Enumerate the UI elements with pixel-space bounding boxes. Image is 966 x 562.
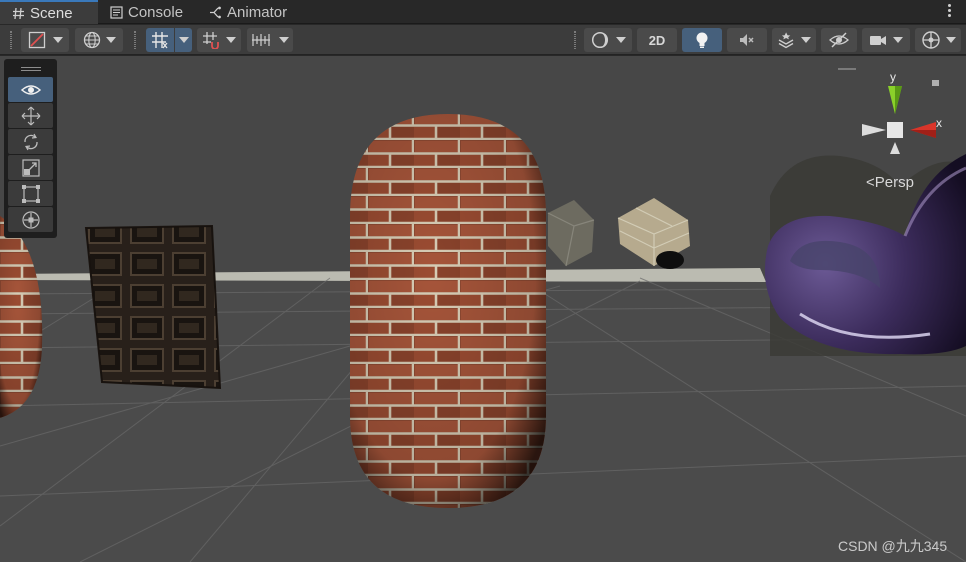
- increment-snap-dropdown[interactable]: [247, 28, 293, 52]
- tab-label: Scene: [30, 4, 73, 22]
- watermark-text: CSDN @九九345: [838, 538, 948, 554]
- rect-transform-icon: [21, 184, 40, 203]
- tab-animator[interactable]: Animator: [197, 0, 301, 24]
- shaded-sphere-icon: [591, 31, 608, 49]
- projection-toggle[interactable]: <Persp: [866, 174, 914, 191]
- gizmo-sphere-icon: [921, 31, 940, 49]
- transform-all-icon: [21, 210, 40, 229]
- audio-toggle[interactable]: [727, 28, 767, 52]
- grid-visibility-toggle[interactable]: [146, 28, 174, 52]
- scale-tool-button[interactable]: [8, 155, 53, 180]
- more-options-icon[interactable]: [948, 4, 952, 20]
- effects-layers-icon: [778, 32, 794, 49]
- tab-console[interactable]: Console: [98, 0, 197, 24]
- draw-mode-icon: [28, 31, 45, 49]
- move-tool-button[interactable]: [8, 103, 53, 128]
- console-icon: [110, 5, 123, 19]
- 2d-toggle-button[interactable]: 2D: [637, 28, 677, 52]
- chevron-down-icon: [52, 37, 63, 43]
- global-view-dropdown[interactable]: [75, 28, 123, 52]
- chevron-down-icon: [615, 37, 626, 43]
- rotate-icon: [23, 133, 38, 150]
- snap-dropdown[interactable]: [197, 28, 241, 52]
- chevron-down-icon: [893, 37, 903, 43]
- tab-label: Console: [128, 3, 184, 21]
- toolbar-grip[interactable]: [574, 31, 576, 49]
- chevron-down-icon: [226, 37, 236, 43]
- camera-icon: [870, 36, 886, 45]
- draw-mode-dropdown[interactable]: [21, 28, 69, 52]
- tab-bar: Scene Console Animator: [0, 0, 966, 24]
- toolbar-grip[interactable]: [10, 31, 12, 49]
- hash-icon: [13, 7, 24, 19]
- tab-label: Animator: [227, 3, 288, 21]
- animator-icon: [210, 6, 221, 18]
- magnet-snap-icon: [203, 32, 219, 49]
- scene-toolbar: 2D: [0, 25, 966, 55]
- scene-viewport[interactable]: y x <Persp CSDN @九九345: [0, 56, 966, 562]
- axis-x-label: x: [936, 116, 942, 130]
- tools-overlay: [4, 59, 57, 238]
- view-tool-button[interactable]: [8, 77, 53, 102]
- axis-y-label: y: [890, 70, 896, 84]
- gizmos-dropdown[interactable]: [915, 28, 961, 52]
- brick-capsule: [350, 114, 546, 508]
- chevron-down-icon: [279, 37, 289, 43]
- chevron-down-icon: [178, 37, 189, 43]
- scene-render: [0, 68, 966, 562]
- lightbulb-icon: [696, 32, 708, 48]
- grid-icon: [152, 32, 168, 49]
- shading-mode-dropdown[interactable]: [584, 28, 632, 52]
- overlay-drag-handle[interactable]: [8, 62, 53, 76]
- toolbar-grip[interactable]: [134, 31, 136, 49]
- rect-tool-button[interactable]: [8, 181, 53, 206]
- transform-tool-button[interactable]: [8, 207, 53, 232]
- chevron-down-icon: [945, 37, 956, 43]
- speaker-muted-icon: [740, 34, 754, 46]
- chevron-down-icon: [801, 37, 811, 43]
- globe-icon: [83, 31, 100, 49]
- rotate-tool-button[interactable]: [8, 129, 53, 154]
- tab-scene[interactable]: Scene: [0, 0, 98, 24]
- lighting-toggle[interactable]: [682, 28, 722, 52]
- eye-icon: [20, 84, 41, 95]
- ruler-icon: [252, 34, 270, 46]
- eye-slash-icon: [829, 32, 849, 48]
- camera-settings-dropdown[interactable]: [862, 28, 910, 52]
- scale-icon: [21, 158, 40, 177]
- scene-visibility-toggle[interactable]: [821, 28, 857, 52]
- grid-options-dropdown[interactable]: [175, 28, 192, 52]
- effects-dropdown[interactable]: [772, 28, 816, 52]
- move-arrows-icon: [21, 106, 40, 125]
- chevron-down-icon: [105, 37, 116, 43]
- 2d-label: 2D: [648, 32, 666, 48]
